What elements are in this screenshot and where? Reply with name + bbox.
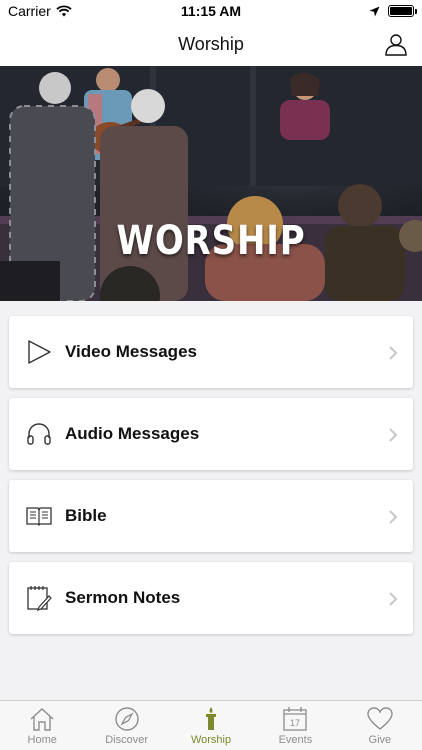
tab-events[interactable]: 17 Events [253,701,337,750]
status-bar: Carrier 11:15 AM [0,0,422,22]
menu-list: Video Messages Audio Messages Bible Serm… [9,316,413,644]
tab-worship[interactable]: Worship [169,701,253,750]
status-right [369,5,417,17]
card-label: Bible [65,506,107,525]
carrier-label: Carrier [8,3,51,19]
tab-home[interactable]: Home [0,701,84,750]
tab-label: Events [278,734,313,746]
location-arrow-icon [369,6,380,16]
calendar-day: 17 [290,718,300,728]
tab-give[interactable]: Give [338,701,422,750]
tab-discover[interactable]: Discover [84,701,168,750]
chevron-right-icon [389,428,398,442]
tab-bar: Home Discover Worship 17 Events Give [0,700,422,750]
book-icon [25,502,53,530]
compass-icon [114,707,139,731]
hero-title: WORSHIP [116,218,306,264]
video-messages-card[interactable]: Video Messages [9,316,413,388]
heart-icon [367,707,393,730]
page-title: Worship [178,33,244,54]
profile-icon[interactable] [384,32,408,56]
chevron-right-icon [389,592,398,606]
tab-label: Discover [105,734,148,746]
hero-photo [0,66,422,301]
wifi-icon [56,5,72,17]
navigation-bar: Worship [0,22,422,66]
card-label: Audio Messages [65,424,200,443]
bible-card[interactable]: Bible [9,480,413,552]
play-icon [25,338,53,366]
tab-label: Give [368,734,392,746]
battery-fill [390,7,412,15]
tab-label: Home [27,734,57,746]
sermon-notes-card[interactable]: Sermon Notes [9,562,413,634]
hero-banner: WORSHIP [0,66,422,301]
chevron-right-icon [389,510,398,524]
battery-icon [388,5,417,17]
notes-icon [25,584,53,612]
headphones-icon [25,420,53,448]
candle-icon [206,707,217,730]
audio-messages-card[interactable]: Audio Messages [9,398,413,470]
card-label: Video Messages [65,342,197,361]
card-label: Sermon Notes [65,588,181,607]
tab-label: Worship [190,734,232,746]
chevron-right-icon [389,346,398,360]
calendar-icon: 17 [283,707,308,731]
status-left: Carrier [8,3,72,19]
home-icon [30,708,54,731]
